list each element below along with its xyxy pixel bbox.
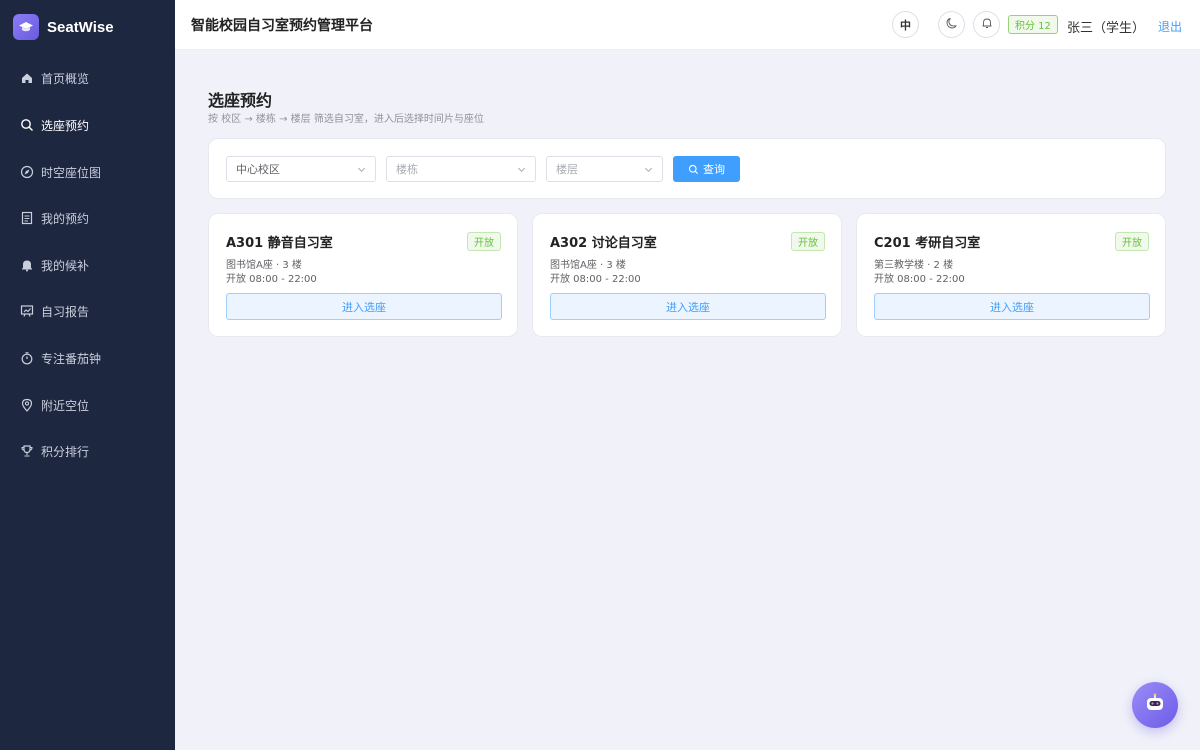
building-select[interactable]: 楼栋	[386, 156, 536, 182]
room-location: 图书馆A座 · 3 楼	[550, 260, 626, 271]
sidebar-item-label: 积分排行	[41, 444, 90, 459]
chevron-down-icon	[644, 167, 653, 173]
timer-icon	[20, 351, 34, 365]
sidebar-item-home[interactable]: 首页概览	[0, 55, 175, 101]
filter-panel: 中心校区 楼栋 楼层 查询	[208, 138, 1166, 199]
sidebar-item-label: 我的预约	[41, 211, 90, 226]
room-card: C201 考研自习室 开放 第三教学楼 · 2 楼 开放 08:00 - 22:…	[856, 213, 1166, 337]
enter-seat-selection-button[interactable]: 进入选座	[550, 293, 826, 320]
moon-icon	[946, 17, 958, 32]
room-card: A301 静音自习室 开放 图书馆A座 · 3 楼 开放 08:00 - 22:…	[208, 213, 518, 337]
document-icon	[20, 211, 34, 225]
sidebar-item-label: 时空座位图	[41, 165, 102, 180]
sidebar-item-pomodoro[interactable]: 专注番茄钟	[0, 335, 175, 381]
graduation-cap-logo-icon	[13, 14, 39, 40]
room-hours: 开放 08:00 - 22:00	[550, 274, 641, 285]
campus-select-value: 中心校区	[236, 163, 280, 176]
sidebar-item-label: 我的候补	[41, 258, 90, 273]
bell-icon	[981, 17, 993, 32]
sidebar-item-label: 选座预约	[41, 118, 90, 133]
location-icon	[20, 398, 34, 412]
top-header: 智能校园自习室预约管理平台 中 积分 12 张三（学生） 退出	[175, 0, 1200, 50]
enter-seat-selection-button[interactable]: 进入选座	[874, 293, 1150, 320]
chevron-down-icon	[517, 167, 526, 173]
enter-seat-selection-button[interactable]: 进入选座	[226, 293, 502, 320]
sidebar-item-label: 首页概览	[41, 71, 90, 86]
language-toggle-button[interactable]: 中	[892, 11, 919, 38]
status-badge: 开放	[1115, 232, 1149, 251]
trophy-icon	[20, 444, 34, 458]
status-badge: 开放	[791, 232, 825, 251]
sidebar-item-leaderboard[interactable]: 积分排行	[0, 428, 175, 474]
app-title: 智能校园自习室预约管理平台	[191, 17, 373, 34]
query-button[interactable]: 查询	[673, 156, 740, 182]
room-hours: 开放 08:00 - 22:00	[874, 274, 965, 285]
search-icon	[20, 118, 34, 132]
query-button-label: 查询	[703, 163, 725, 176]
logout-link[interactable]: 退出	[1158, 18, 1182, 35]
points-badge: 积分 12	[1008, 15, 1058, 34]
report-icon	[20, 304, 34, 318]
room-location: 第三教学楼 · 2 楼	[874, 260, 954, 271]
sidebar-item-nearby-seats[interactable]: 附近空位	[0, 382, 175, 428]
floor-select[interactable]: 楼层	[546, 156, 663, 182]
room-location: 图书馆A座 · 3 楼	[226, 260, 302, 271]
sidebar-item-label: 自习报告	[41, 304, 90, 319]
compass-icon	[20, 165, 34, 179]
search-icon	[688, 164, 699, 174]
page-title: 选座预约	[208, 91, 273, 110]
room-card: A302 讨论自习室 开放 图书馆A座 · 3 楼 开放 08:00 - 22:…	[532, 213, 842, 337]
chevron-down-icon	[357, 167, 366, 173]
campus-select[interactable]: 中心校区	[226, 156, 376, 182]
robot-icon	[1143, 691, 1167, 719]
brand: SeatWise	[0, 0, 175, 54]
sidebar-item-seat-booking[interactable]: 选座预约	[0, 102, 175, 148]
page-subtitle: 按 校区 → 楼栋 → 楼层 筛选自习室，进入后选择时间片与座位	[208, 114, 484, 125]
floor-select-placeholder: 楼层	[556, 163, 578, 176]
brand-name: SeatWise	[47, 18, 114, 36]
user-name: 张三（学生）	[1067, 21, 1146, 36]
sidebar-item-study-report[interactable]: 自习报告	[0, 288, 175, 334]
room-name: A302 讨论自习室	[550, 236, 657, 251]
sidebar-item-waitlist[interactable]: 我的候补	[0, 242, 175, 288]
home-icon	[20, 71, 34, 85]
sidebar-item-seat-map[interactable]: 时空座位图	[0, 149, 175, 195]
notifications-button[interactable]	[973, 11, 1000, 38]
sidebar-item-my-bookings[interactable]: 我的预约	[0, 195, 175, 241]
sidebar-item-label: 专注番茄钟	[41, 351, 102, 366]
room-name: A301 静音自习室	[226, 236, 333, 251]
bell-icon	[20, 258, 34, 272]
sidebar-item-label: 附近空位	[41, 398, 90, 413]
building-select-placeholder: 楼栋	[396, 163, 418, 176]
room-name: C201 考研自习室	[874, 236, 981, 251]
status-badge: 开放	[467, 232, 501, 251]
dark-mode-toggle-button[interactable]	[938, 11, 965, 38]
ai-assistant-button[interactable]	[1132, 682, 1178, 728]
room-hours: 开放 08:00 - 22:00	[226, 274, 317, 285]
sidebar: SeatWise 首页概览 选座预约 时空座位图 我的预约 我的候补 自习报告 …	[0, 0, 175, 750]
